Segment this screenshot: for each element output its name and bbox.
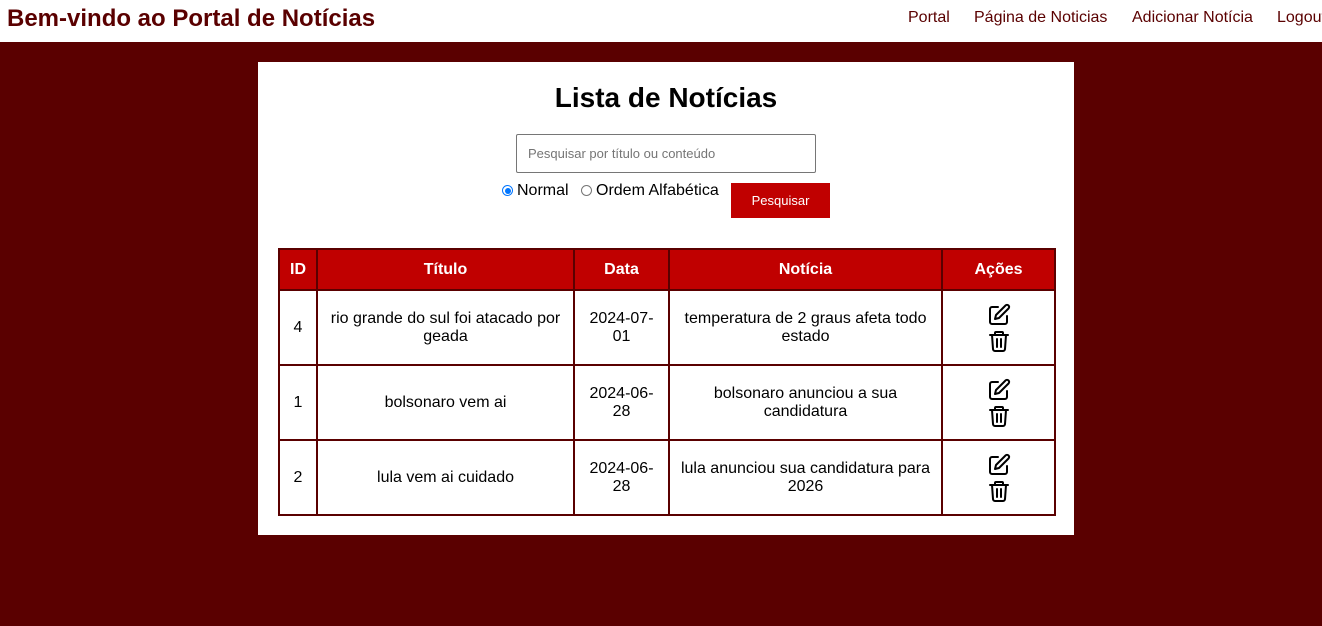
cell-id: 1 (278, 364, 318, 441)
column-header-acoes: Ações (941, 248, 1056, 291)
cell-data: 2024-06-28 (573, 439, 670, 516)
search-input[interactable] (516, 134, 816, 173)
nav-link-adicionar-noticia[interactable]: Adicionar Notícia (1132, 9, 1253, 27)
table-header-row: ID Título Data Notícia Ações (278, 248, 1056, 291)
column-header-titulo: Título (316, 248, 575, 291)
column-header-id: ID (278, 248, 318, 291)
sort-option-label: Ordem Alfabética (596, 182, 719, 199)
sort-option-label: Normal (517, 182, 569, 199)
nav-link-portal[interactable]: Portal (908, 9, 950, 27)
cell-noticia: temperatura de 2 graus afeta todo estado (668, 289, 943, 366)
page-title: Lista de Notícias (554, 82, 778, 113)
cell-titulo: lula vem ai cuidado (316, 439, 575, 516)
cell-actions (941, 439, 1056, 516)
cell-id: 4 (278, 289, 318, 366)
sort-option-normal[interactable]: Normal (502, 182, 569, 200)
trash-icon[interactable] (987, 479, 1011, 503)
table-row: 4 rio grande do sul foi atacado por gead… (278, 289, 1056, 366)
column-header-noticia: Notícia (668, 248, 943, 291)
cell-titulo: rio grande do sul foi atacado por geada (316, 289, 575, 366)
column-header-data: Data (573, 248, 670, 291)
edit-icon[interactable] (987, 453, 1011, 477)
cell-id: 2 (278, 439, 318, 516)
nav-link-logout[interactable]: Logout (1277, 9, 1322, 27)
cell-data: 2024-06-28 (573, 364, 670, 441)
radio-alfabetica[interactable] (581, 185, 592, 196)
cell-data: 2024-07-01 (573, 289, 670, 366)
sort-option-alfabetica[interactable]: Ordem Alfabética (581, 182, 719, 200)
cell-actions (941, 289, 1056, 366)
cell-noticia: lula anunciou sua candidatura para 2026 (668, 439, 943, 516)
top-navbar: Bem-vindo ao Portal de Notícias Portal P… (0, 0, 1322, 42)
news-table: ID Título Data Notícia Ações 4 rio grand… (278, 248, 1056, 516)
trash-icon[interactable] (987, 404, 1011, 428)
trash-icon[interactable] (987, 329, 1011, 353)
nav-link-pagina-noticias[interactable]: Página de Noticias (974, 9, 1107, 27)
cell-actions (941, 364, 1056, 441)
edit-icon[interactable] (987, 303, 1011, 327)
edit-icon[interactable] (987, 378, 1011, 402)
nav-links: Portal Página de Noticias Adicionar Notí… (0, 9, 1322, 29)
table-row: 1 bolsonaro vem ai 2024-06-28 bolsonaro … (278, 364, 1056, 441)
search-button[interactable]: Pesquisar (731, 183, 830, 218)
radio-normal[interactable] (502, 185, 513, 196)
cell-titulo: bolsonaro vem ai (316, 364, 575, 441)
cell-noticia: bolsonaro anunciou a sua candidatura (668, 364, 943, 441)
table-row: 2 lula vem ai cuidado 2024-06-28 lula an… (278, 439, 1056, 516)
news-list-card: Lista de Notícias Normal Ordem Alfabétic… (258, 62, 1074, 535)
